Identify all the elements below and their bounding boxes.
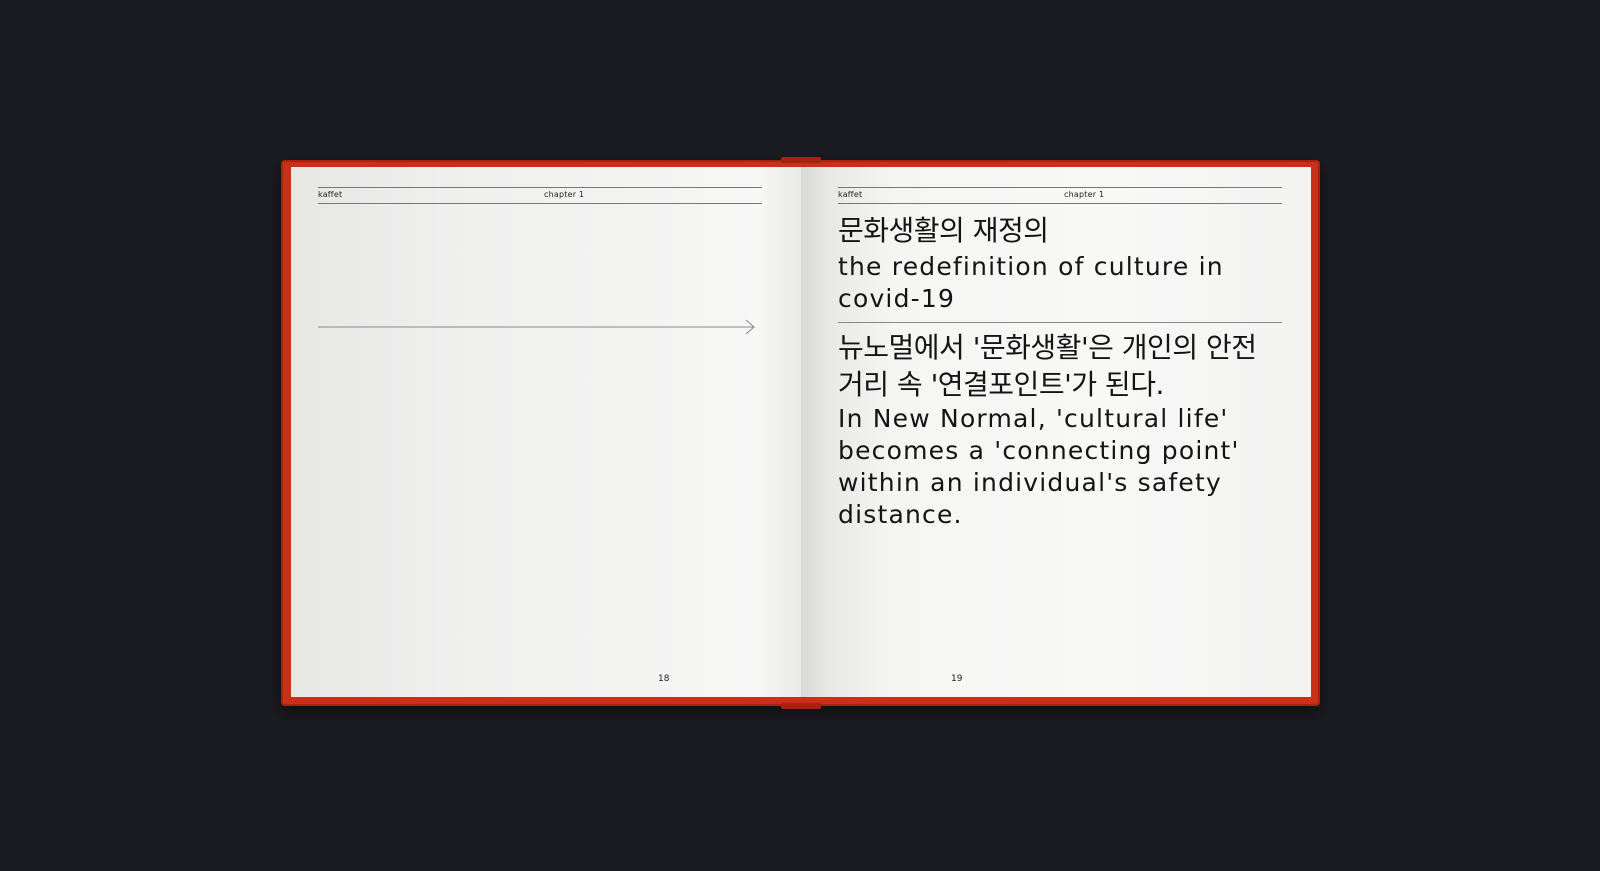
page-number: 19 — [951, 674, 963, 684]
brand-label: kaffet — [318, 190, 343, 199]
brand-label: kaffet — [838, 190, 863, 199]
left-page: kaffet chapter 1 18 — [291, 167, 801, 697]
divider — [838, 322, 1282, 323]
body-korean: 뉴노멀에서 '문화생활'은 개인의 안전 거리 속 '연결포인트'가 된다. — [838, 331, 1257, 401]
chapter-label: chapter 1 — [544, 190, 585, 199]
page-number: 18 — [658, 674, 670, 684]
running-header: kaffet chapter 1 — [318, 187, 762, 204]
title-english: the redefinition of culture in covid-19 — [838, 252, 1224, 313]
chapter-label: chapter 1 — [1064, 190, 1105, 199]
spine-top — [781, 157, 821, 163]
body-english: In New Normal, 'cultural life' becomes a… — [838, 404, 1240, 529]
title-korean: 문화생활의 재정의 — [838, 214, 1049, 247]
spine-bottom — [781, 703, 821, 709]
open-book: kaffet chapter 1 18 kaffet chapter 1 문화생… — [281, 157, 1320, 709]
arrow-right-icon — [318, 319, 755, 335]
running-header: kaffet chapter 1 — [838, 187, 1282, 204]
right-page: kaffet chapter 1 문화생활의 재정의 the redefinit… — [801, 167, 1311, 697]
